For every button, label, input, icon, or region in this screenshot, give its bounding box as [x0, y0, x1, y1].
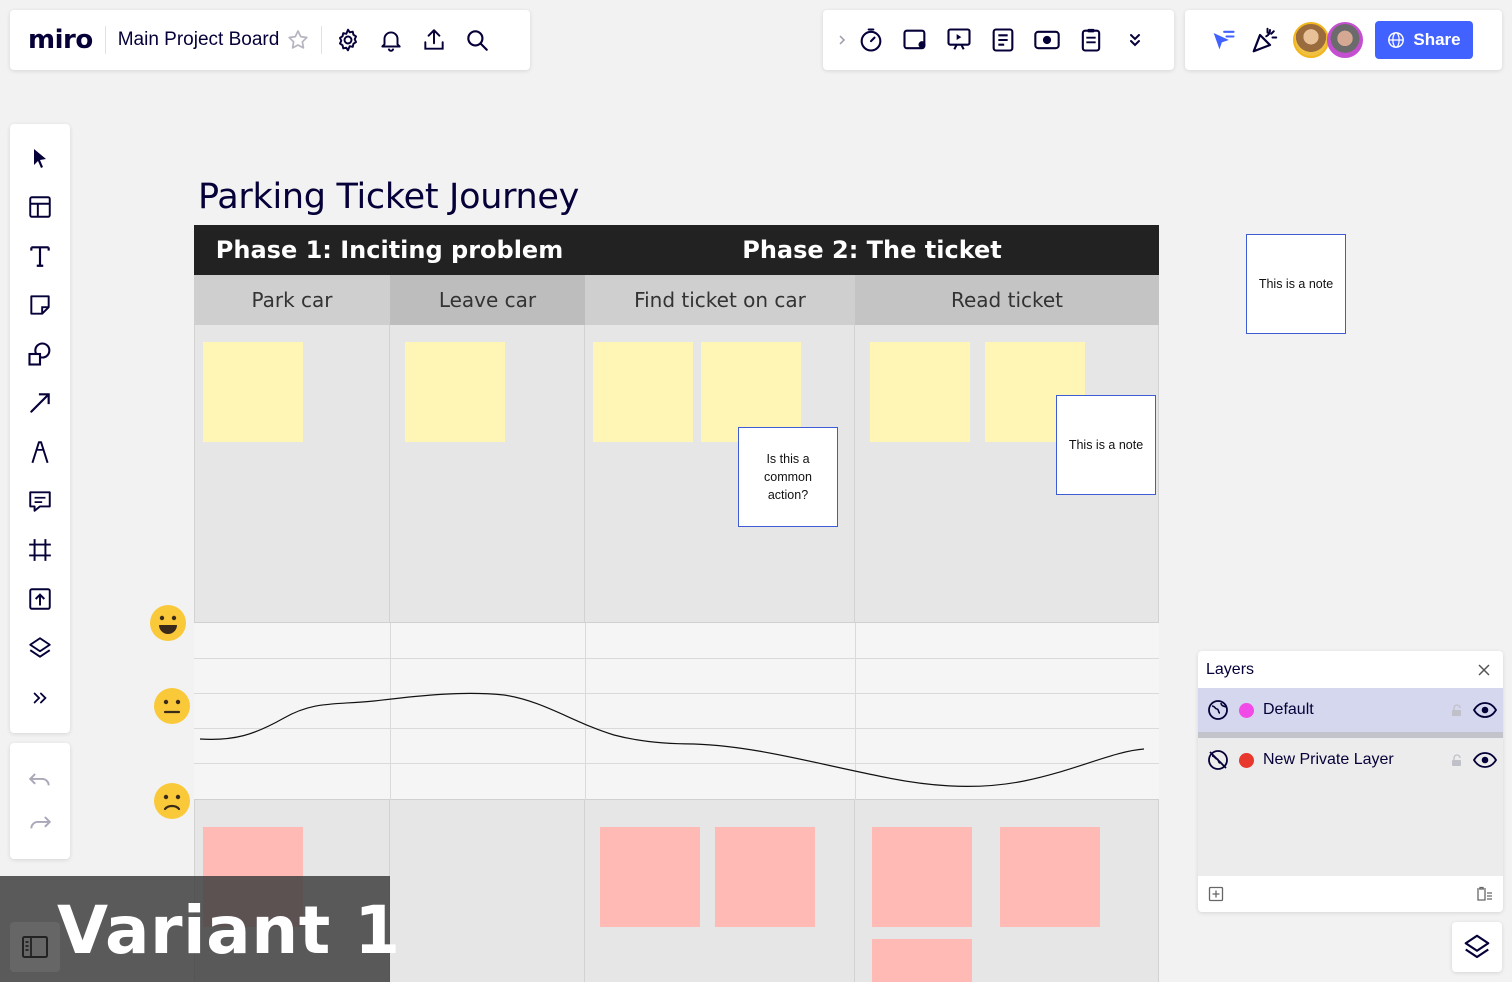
undo-icon[interactable]: [10, 758, 70, 802]
timer-icon[interactable]: [849, 20, 893, 60]
layer-name[interactable]: Default: [1263, 701, 1447, 719]
layers-toggle-button[interactable]: [1452, 922, 1502, 972]
layer-color-dot: [1239, 752, 1254, 768]
redo-icon[interactable]: [10, 801, 70, 845]
divider: [104, 26, 106, 54]
search-icon[interactable]: [455, 20, 498, 60]
step-header[interactable]: Find ticket on car: [585, 275, 855, 325]
unlock-icon[interactable]: [1447, 753, 1467, 767]
text-tool-icon[interactable]: [10, 234, 70, 278]
sticky-note-yellow[interactable]: [405, 342, 505, 442]
presentation-icon[interactable]: [937, 20, 981, 60]
clipboard-icon[interactable]: [1069, 20, 1113, 60]
share-label: Share: [1413, 30, 1461, 49]
close-icon[interactable]: [1475, 661, 1493, 679]
unlock-icon[interactable]: [1447, 703, 1467, 717]
layers-panel-footer: [1198, 876, 1503, 912]
layer-name[interactable]: New Private Layer: [1263, 751, 1447, 769]
step-header[interactable]: Leave car: [390, 275, 585, 325]
note-card[interactable]: This is a note: [1246, 234, 1346, 334]
journey-map-title[interactable]: Parking Ticket Journey: [198, 177, 579, 217]
sticky-note-red[interactable]: [872, 939, 972, 982]
screen-record-icon[interactable]: [1025, 20, 1069, 60]
more-double-chevron-icon[interactable]: [1113, 20, 1157, 60]
note-card[interactable]: Is this a common action?: [738, 427, 838, 527]
delete-layer-icon[interactable]: [1475, 886, 1493, 902]
sticky-note-red[interactable]: [1000, 827, 1100, 927]
sticky-note-red[interactable]: [600, 827, 700, 927]
board-title[interactable]: Main Project Board: [118, 29, 280, 51]
public-globe-icon: [1207, 699, 1229, 721]
connection-line-icon[interactable]: [10, 381, 70, 425]
private-globe-icon: [1207, 749, 1229, 771]
layers-icon: [1464, 934, 1490, 959]
sticky-note-red[interactable]: [872, 827, 972, 927]
chevron-right-icon[interactable]: [835, 20, 849, 60]
step-column[interactable]: [390, 800, 585, 982]
note-card[interactable]: This is a note: [1056, 395, 1156, 495]
more-tools-icon[interactable]: [10, 676, 70, 720]
templates-icon[interactable]: [10, 185, 70, 229]
layers-icon[interactable]: [10, 626, 70, 670]
shapes-icon[interactable]: [10, 332, 70, 376]
step-header[interactable]: Read ticket: [855, 275, 1159, 325]
video-chat-icon[interactable]: [893, 20, 937, 60]
phase-label[interactable]: Phase 1: Inciting problem: [194, 225, 585, 275]
collaboration-toolbar: [823, 10, 1174, 70]
emotion-curve-area[interactable]: [194, 622, 1159, 801]
miro-logo[interactable]: miro: [28, 25, 93, 55]
step-header[interactable]: Park car: [194, 275, 390, 325]
sticky-note-yellow[interactable]: [870, 342, 970, 442]
sidebar-toggle-button[interactable]: [10, 922, 60, 972]
sticky-note-yellow[interactable]: [593, 342, 693, 442]
upload-icon[interactable]: [10, 577, 70, 621]
share-button[interactable]: Share: [1375, 21, 1473, 59]
select-cursor-icon[interactable]: [10, 136, 70, 180]
visibility-eye-icon[interactable]: [1467, 702, 1503, 718]
collaborator-avatar[interactable]: [1327, 22, 1363, 58]
phase-label[interactable]: Phase 2: The ticket: [585, 225, 1159, 275]
layers-panel: Layers Default New Private Layer: [1198, 651, 1503, 912]
comment-icon[interactable]: [10, 479, 70, 523]
undo-redo-panel: [10, 743, 70, 859]
layers-panel-title: Layers: [1206, 660, 1255, 678]
globe-icon: [1388, 32, 1405, 48]
celebrate-icon[interactable]: [1243, 20, 1287, 60]
star-icon[interactable]: [279, 20, 317, 60]
sticky-note-icon[interactable]: [10, 283, 70, 327]
add-layer-icon[interactable]: [1208, 886, 1224, 902]
frame-icon[interactable]: [10, 528, 70, 572]
creation-toolbar: [10, 124, 70, 733]
divider: [321, 26, 323, 54]
settings-gear-icon[interactable]: [326, 20, 369, 60]
notifications-bell-icon[interactable]: [369, 20, 412, 60]
cursor-follow-icon[interactable]: [1203, 20, 1243, 60]
upload-export-icon[interactable]: [412, 20, 455, 60]
variant-label: Variant 1: [57, 892, 401, 969]
layer-row-default[interactable]: Default: [1198, 688, 1503, 738]
sticky-note-yellow[interactable]: [203, 342, 303, 442]
sticky-note-red[interactable]: [715, 827, 815, 927]
sad-face-icon[interactable]: [153, 782, 191, 820]
happy-face-icon[interactable]: [149, 604, 187, 642]
layer-row-private[interactable]: New Private Layer: [1198, 738, 1503, 782]
emotion-curve[interactable]: [194, 623, 1159, 801]
share-panel: Share: [1185, 10, 1502, 70]
sidebar-panel-icon: [22, 936, 48, 958]
collaborator-avatar[interactable]: [1293, 22, 1329, 58]
layer-color-dot: [1239, 702, 1254, 718]
visibility-eye-icon[interactable]: [1467, 752, 1503, 768]
pen-draw-icon[interactable]: [10, 430, 70, 474]
phase-header-bar[interactable]: Phase 1: Inciting problem Phase 2: The t…: [194, 225, 1159, 275]
neutral-face-icon[interactable]: [153, 687, 191, 725]
notes-document-icon[interactable]: [981, 20, 1025, 60]
board-header-panel: miro Main Project Board: [10, 10, 530, 70]
